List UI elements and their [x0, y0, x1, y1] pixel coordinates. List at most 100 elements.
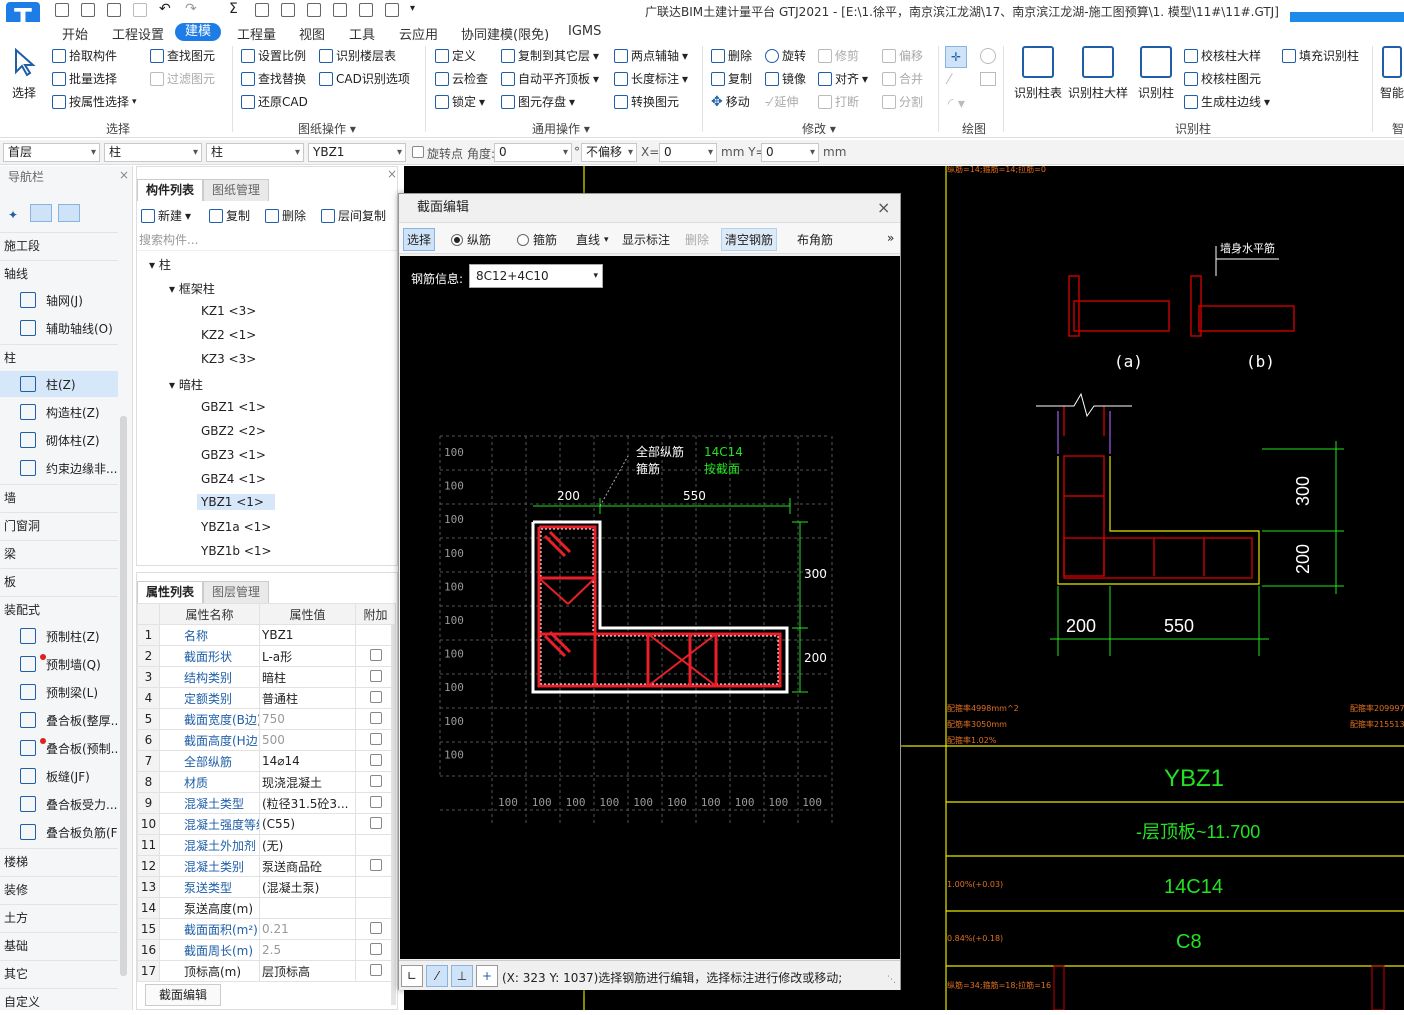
tree-item[interactable]: GBZ4 <1>	[201, 472, 266, 486]
property-value[interactable]: L-a形	[259, 645, 356, 667]
property-row[interactable]: 8 材质 现浇混凝土	[137, 771, 396, 793]
tree-group-frame[interactable]: ▾ 框架柱	[169, 280, 215, 297]
tree-group-hidden[interactable]: ▾ 暗柱	[169, 376, 203, 393]
attach-checkbox[interactable]	[369, 963, 382, 976]
draw-point-icon[interactable]: ✛	[945, 46, 967, 68]
nav-cat-column[interactable]: 柱	[0, 344, 118, 370]
layer-copy-button[interactable]: 层间复制	[321, 207, 386, 224]
clear-rebar-button[interactable]: 清空钢筋	[721, 228, 778, 251]
property-row[interactable]: 6截面高度(H边)(...500	[137, 729, 396, 751]
property-row[interactable]: 17 顶标高(m) 层顶标高	[137, 960, 396, 982]
attach-checkbox[interactable]	[369, 732, 382, 745]
open-icon[interactable]	[107, 3, 121, 17]
nav-cat-door-window[interactable]: 门窗洞	[0, 512, 118, 538]
image-icon[interactable]	[359, 3, 373, 17]
copy-component-button[interactable]: 复制	[209, 207, 250, 224]
property-value[interactable]: (粒径31.5砼3...	[259, 792, 356, 814]
offset-select[interactable]: 不偏移	[581, 143, 637, 162]
property-value[interactable]: 暗柱	[259, 666, 356, 688]
nav-cat-earthwork[interactable]: 土方	[0, 904, 118, 930]
property-value[interactable]: 现浇混凝土	[259, 771, 356, 793]
edit-icon[interactable]	[333, 3, 347, 17]
menu-tools[interactable]: 工具	[349, 24, 375, 43]
property-row[interactable]: 14 泵送高度(m)	[137, 897, 396, 919]
menu-collab[interactable]: 协同建模(限免)	[461, 24, 549, 43]
define-button[interactable]: 定义	[435, 47, 476, 64]
auto-align-top-button[interactable]: 自动平齐顶板 ▾	[501, 70, 599, 87]
property-row[interactable]: 4 定额类别 普通柱	[137, 687, 396, 709]
copy-to-layer-button[interactable]: 复制到其它层 ▾	[501, 47, 599, 64]
set-scale-button[interactable]: 设置比例	[241, 47, 306, 64]
break-button[interactable]: 打断	[818, 93, 859, 110]
copy-button[interactable]: 复制	[711, 70, 752, 87]
nav-cat-section[interactable]: 施工段	[0, 232, 118, 258]
nav-cat-slab[interactable]: 板	[0, 568, 118, 594]
nav-cat-foundation[interactable]: 基础	[0, 932, 118, 958]
align-button[interactable]: 对齐 ▾	[818, 70, 868, 87]
property-row[interactable]: 11 混凝土外加剂 (无)	[137, 834, 396, 856]
menu-start[interactable]: 开始	[62, 24, 88, 43]
perpendicular-icon[interactable]: ⊥	[451, 965, 473, 987]
property-scrollbar[interactable]	[391, 625, 396, 1005]
draw-arc-icon[interactable]: ◜ ▾	[948, 96, 965, 112]
longitudinal-rebar-radio[interactable]: 纵筋	[451, 231, 491, 248]
nav-item-slab-joint[interactable]: 板缝(JF)	[0, 763, 118, 789]
report-icon[interactable]	[255, 3, 269, 17]
tree-item[interactable]: KZ3 <3>	[201, 352, 256, 366]
property-row[interactable]: 15 截面面积(m²) 0.21	[137, 918, 396, 940]
attach-checkbox[interactable]	[369, 753, 382, 766]
table-icon[interactable]	[307, 3, 321, 17]
type-select[interactable]: 柱	[104, 143, 202, 162]
tree-item[interactable]: YBZ1b <1>	[201, 544, 272, 558]
angle-input[interactable]: 0	[494, 143, 572, 162]
draw-line-icon[interactable]: ⁄	[948, 72, 964, 88]
nav-cat-other[interactable]: 其它	[0, 960, 118, 986]
property-row[interactable]: 13 泵送类型 (混凝土泵)	[137, 876, 396, 898]
property-value[interactable]: 层顶标高	[259, 960, 356, 982]
select-by-attr-button[interactable]: 按属性选择 ▾	[52, 93, 137, 110]
property-row[interactable]: 16 截面周长(m) 2.5	[137, 939, 396, 961]
offset-button[interactable]: 偏移	[882, 47, 923, 64]
nav-item-prefab-column[interactable]: 预制柱(Z)	[0, 623, 118, 649]
attach-checkbox[interactable]	[369, 648, 382, 661]
lock-button[interactable]: 锁定 ▾	[435, 93, 485, 110]
stirrup-radio[interactable]: 箍筋	[517, 231, 557, 248]
property-value[interactable]: 500	[259, 729, 356, 751]
nav-item-constraint-edge[interactable]: 约束边缘非...	[0, 455, 118, 481]
generate-column-edge-button[interactable]: 生成柱边线 ▾	[1184, 93, 1270, 110]
save-element-button[interactable]: 图元存盘 ▾	[501, 93, 575, 110]
recognize-column-button[interactable]: 识别柱	[1138, 46, 1174, 101]
nav-item-grid[interactable]: 轴网(J)	[0, 287, 118, 313]
draw-circle-icon[interactable]	[980, 48, 996, 64]
property-row[interactable]: 3 结构类别 暗柱	[137, 666, 396, 688]
snap-icon[interactable]: +	[476, 965, 498, 987]
nav-item-struct-column[interactable]: 构造柱(Z)	[0, 399, 118, 425]
nav-cat-custom[interactable]: 自定义	[0, 988, 118, 1014]
tree-item[interactable]: YBZ1a <1>	[201, 520, 271, 534]
property-value[interactable]: (混凝土泵)	[259, 876, 356, 898]
dialog-close-icon[interactable]: ×	[877, 198, 890, 217]
nav-detail-icon[interactable]	[58, 204, 80, 222]
property-row[interactable]: 9 混凝土类型 (粒径31.5砼3...	[137, 792, 396, 814]
menu-project-settings[interactable]: 工程设置	[112, 24, 164, 43]
nav-cat-stairs[interactable]: 楼梯	[0, 848, 118, 874]
merge-button[interactable]: 合并	[882, 70, 923, 87]
menu-view[interactable]: 视图	[299, 24, 325, 43]
tree-item[interactable]: KZ2 <1>	[201, 328, 256, 342]
smart-button[interactable]: 智能	[1380, 46, 1404, 101]
new-component-button[interactable]: 新建 ▾	[141, 207, 191, 224]
length-dimension-button[interactable]: 长度标注 ▾	[614, 70, 688, 87]
property-value[interactable]: YBZ1	[259, 624, 356, 646]
menu-igms[interactable]: IGMS	[568, 24, 601, 39]
nav-cat-decoration[interactable]: 装修	[0, 876, 118, 902]
delete-button[interactable]: 删除	[711, 47, 752, 64]
property-row[interactable]: 7 全部纵筋 14⌀14	[137, 750, 396, 772]
property-row[interactable]: 12 混凝土类别 泵送商品砼	[137, 855, 396, 877]
attach-checkbox[interactable]	[369, 690, 382, 703]
mirror-button[interactable]: 镜像	[765, 70, 806, 87]
line-dropdown[interactable]: 直线 ▾	[576, 231, 609, 248]
attach-checkbox[interactable]	[369, 942, 382, 955]
attach-checkbox[interactable]	[369, 816, 382, 829]
split-button[interactable]: 分割	[882, 93, 923, 110]
check-column-element-button[interactable]: 校核柱图元	[1184, 70, 1261, 87]
